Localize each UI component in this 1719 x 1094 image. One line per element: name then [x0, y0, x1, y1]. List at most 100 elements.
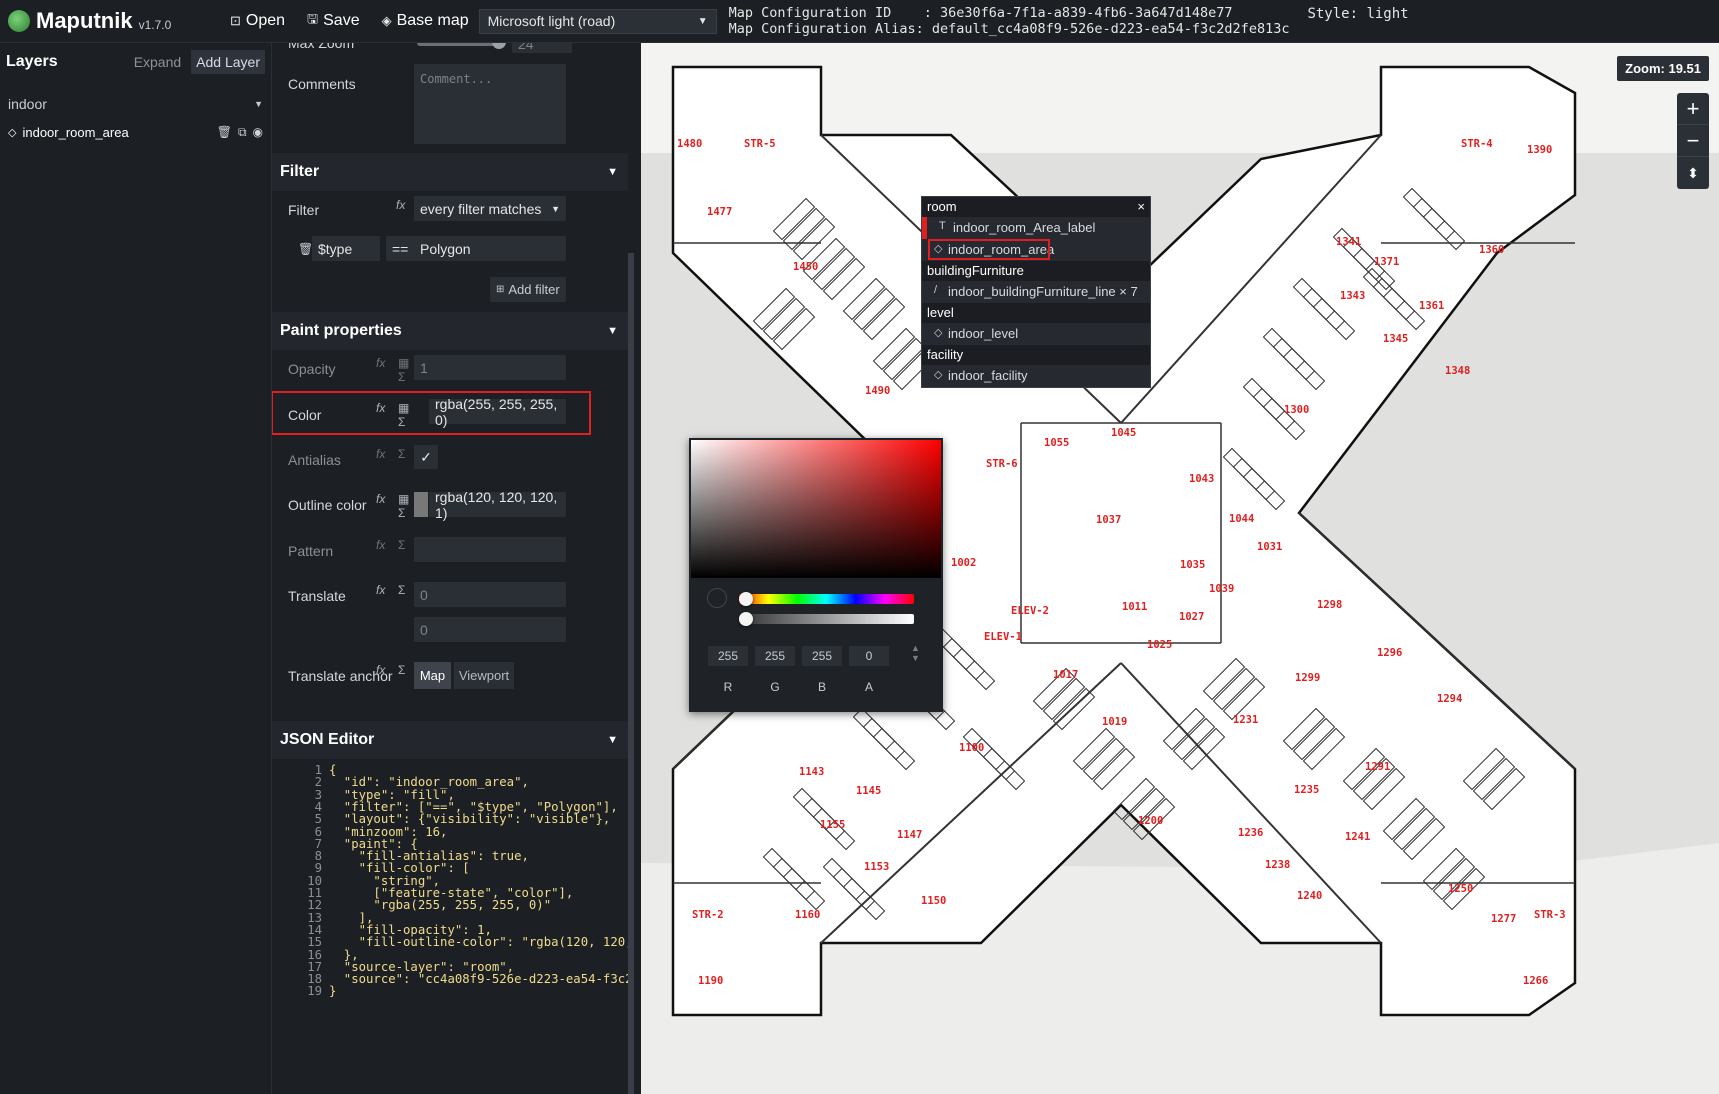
layer-group-indoor[interactable]: indoor ▼ [0, 89, 271, 119]
anchor-map-button[interactable]: Map [414, 662, 451, 689]
popup-layer-item[interactable]: ◇ indoor_level [922, 323, 1150, 345]
room-label: 1238 [1265, 859, 1290, 871]
outline-color-input[interactable]: rgba(120, 120, 120, 1) [429, 489, 566, 521]
blue-input[interactable]: 255 [802, 646, 842, 666]
popup-source-layer-title: level [927, 305, 954, 320]
expression-sigma-icon[interactable]: Σ [398, 506, 405, 520]
json-section-header[interactable]: JSON Editor ▼ [272, 721, 628, 759]
popup-layer-item[interactable]: ◇ indoor_facility [922, 365, 1150, 387]
filter-mode-select[interactable]: every filter matches ▼ [414, 196, 566, 221]
paint-section-header[interactable]: Paint properties ▼ [272, 312, 628, 350]
translate-y-input[interactable]: 0 [414, 617, 566, 642]
editor-scrollbar[interactable] [628, 253, 634, 1094]
visibility-eye-icon[interactable]: ◉ [253, 125, 263, 140]
data-driven-icon[interactable]: ▦ [398, 492, 409, 506]
function-icon[interactable]: fx [376, 356, 385, 370]
basemap-select[interactable]: Microsoft light (road) ▼ [478, 8, 717, 34]
function-icon[interactable]: fx [376, 583, 385, 597]
duplicate-icon[interactable]: ⧉ [238, 125, 247, 140]
function-icon[interactable]: fx [396, 198, 405, 212]
json-editor[interactable]: 1{2 "id": "indoor_room_area", 3 "type": "… [272, 764, 628, 1025]
room-label: 1044 [1229, 513, 1254, 525]
basemap-button[interactable]: ◈ Base map [382, 12, 469, 30]
pattern-input[interactable] [414, 537, 566, 562]
maxzoom-slider[interactable] [417, 43, 502, 46]
alpha-input[interactable]: 0 [849, 646, 889, 666]
trash-icon[interactable]: 🗑 [298, 242, 313, 256]
room-label: 1200 [1138, 815, 1163, 827]
expand-button[interactable]: Expand [134, 54, 181, 70]
close-icon[interactable]: × [1137, 199, 1145, 215]
filter-section-title: Filter [280, 163, 320, 180]
opacity-input[interactable]: 1 [414, 355, 566, 380]
alpha-slider-knob[interactable] [739, 612, 753, 626]
anchor-viewport-button[interactable]: Viewport [454, 662, 514, 689]
maputnik-logo-icon [8, 10, 30, 32]
format-toggle-icon[interactable]: ▲ ▼ [911, 643, 920, 663]
antialias-checkbox[interactable]: ✓ [414, 445, 438, 469]
json-code-line: "source": "cc4a08f9-526e-d223-ea54-f3c2 [329, 972, 628, 987]
color-picker[interactable]: 255 255 255 0 ▲ ▼ R G B A [689, 438, 943, 712]
caret-down-icon: ▼ [607, 734, 618, 746]
popup-item-highlight [928, 239, 1050, 260]
alpha-slider[interactable] [739, 614, 914, 624]
filter-section-header[interactable]: Filter ▼ [272, 153, 628, 191]
room-label: 1266 [1523, 975, 1548, 987]
expression-sigma-icon[interactable]: Σ [398, 538, 405, 552]
delete-icon[interactable]: 🗑 [217, 125, 232, 140]
maxzoom-input[interactable]: 24 [512, 43, 572, 53]
green-input[interactable]: 255 [755, 646, 795, 666]
translate-x-input[interactable]: 0 [414, 582, 566, 607]
comments-textarea[interactable]: Comment... [414, 64, 566, 144]
popup-layer-item[interactable]: ◇ indoor_room_area [922, 239, 1150, 261]
layer-item-indoor-room-area[interactable]: ◇ indoor_room_area 🗑 ⧉ ◉ [0, 119, 271, 145]
room-label: 1011 [1122, 601, 1147, 613]
chevron-down-icon: ▼ [697, 15, 708, 27]
eyedropper-icon[interactable] [707, 588, 727, 608]
function-icon[interactable]: fx [376, 447, 385, 461]
app-version: v1.7.0 [138, 18, 172, 32]
room-label: ELEV-1 [984, 631, 1022, 643]
data-driven-icon[interactable]: ▦ [398, 356, 409, 370]
hue-slider[interactable] [739, 594, 914, 604]
open-button[interactable]: ⊡ Open [230, 12, 285, 30]
maputnik-app: Maputnik v1.7.0 ⊡ Open 🖫 Save ◈ Base map… [0, 0, 1719, 1094]
filter-key-input[interactable]: $type [312, 236, 380, 261]
room-label: 1150 [921, 895, 946, 907]
outline-color-swatch[interactable] [414, 492, 428, 517]
zoom-out-button[interactable]: − [1677, 125, 1709, 157]
open-label: Open [245, 12, 286, 29]
green-label: G [770, 680, 780, 694]
opacity-label: Opacity [288, 361, 336, 377]
function-icon[interactable]: fx [376, 492, 385, 506]
add-layer-button[interactable]: Add Layer [191, 50, 265, 74]
feature-inspect-popup: room × Tindoor_room_Area_label ◇ indoor_room… [921, 196, 1151, 388]
room-label: 1298 [1317, 599, 1342, 611]
room-label: 1027 [1179, 611, 1204, 623]
expression-sigma-icon[interactable]: Σ [398, 447, 405, 461]
expression-sigma-icon[interactable]: Σ [398, 370, 405, 384]
popup-layer-item[interactable]: / indoor_buildingFurniture_line × 7 [922, 281, 1150, 303]
maxzoom-slider-knob[interactable] [492, 43, 506, 49]
room-label: 1002 [951, 557, 976, 569]
red-input[interactable]: 255 [708, 646, 748, 666]
save-button[interactable]: 🖫 Save [307, 10, 360, 32]
function-icon[interactable]: fx [376, 663, 385, 677]
outline-color-label: Outline color [288, 497, 367, 513]
saturation-value-area[interactable] [691, 440, 941, 578]
popup-source-layer-title: facility [927, 347, 964, 362]
json-section-title: JSON Editor [280, 731, 375, 748]
layer-type-icon: / [934, 284, 938, 296]
hue-slider-knob[interactable] [739, 592, 753, 606]
layer-type-icon: ◇ [934, 327, 943, 339]
zoom-in-button[interactable]: + [1677, 93, 1709, 125]
expression-sigma-icon[interactable]: Σ [398, 663, 405, 677]
compass-button[interactable]: ⬍ [1677, 157, 1709, 189]
add-filter-button[interactable]: ⊞ Add filter [490, 277, 566, 302]
room-label: 1341 [1336, 236, 1361, 248]
filter-value-input[interactable]: Polygon [414, 236, 566, 261]
expression-sigma-icon[interactable]: Σ [398, 583, 405, 597]
popup-layer-item[interactable]: Tindoor_room_Area_label [922, 217, 1150, 239]
function-icon[interactable]: fx [376, 538, 385, 552]
room-label: 1160 [795, 909, 820, 921]
